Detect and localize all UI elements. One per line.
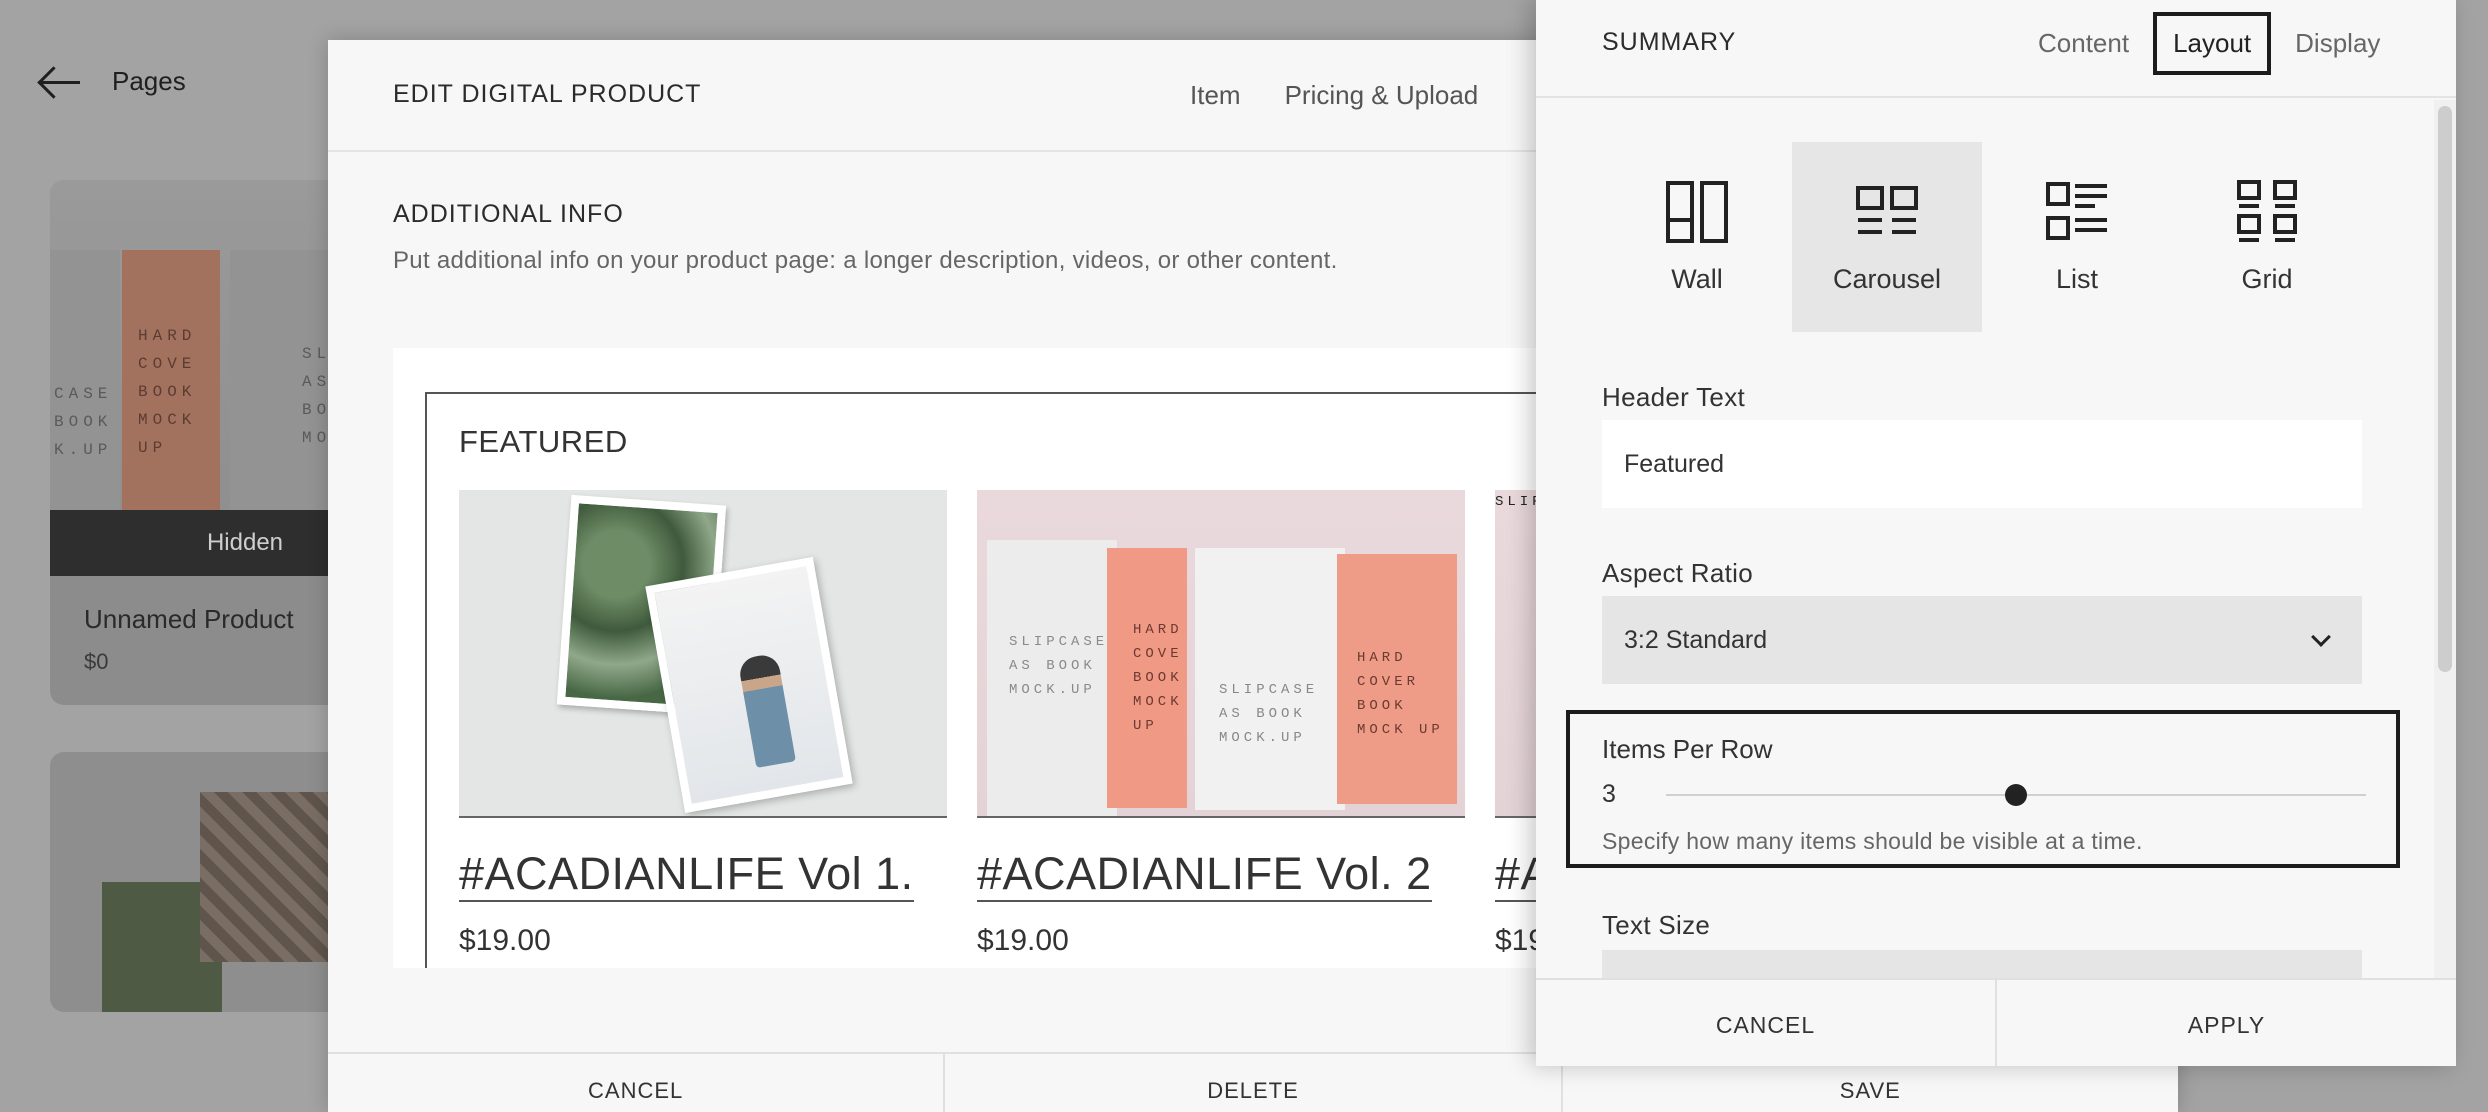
aspect-ratio-label: Aspect Ratio [1602, 558, 1754, 588]
panel-title: SUMMARY [1602, 28, 1737, 56]
modal-title: EDIT DIGITAL PRODUCT [393, 80, 702, 108]
layout-option-label: List [2055, 263, 2099, 294]
items-per-row-value: 3 [1602, 780, 1616, 808]
tab-layout[interactable]: Layout [2153, 12, 2272, 75]
chevron-down-icon [2311, 627, 2331, 647]
delete-button[interactable]: DELETE [945, 1054, 1563, 1112]
section-title: ADDITIONAL INFO [393, 200, 624, 228]
items-per-row-help: Specify how many items should be visible… [1602, 828, 2143, 854]
product-image [459, 490, 947, 818]
layout-option-label: Carousel [1832, 263, 1942, 294]
section-description: Put additional info on your product page… [393, 247, 1338, 274]
panel-header: SUMMARY Content Layout Display [1536, 0, 2456, 98]
product-thumbnail: CASE BOOK K.UP HARD COVE BOOK MOCK UP SL… [50, 180, 350, 510]
text-size-select[interactable] [1602, 950, 2362, 978]
aspect-ratio-value: 3:2 Standard [1624, 626, 1768, 654]
back-label: Pages [112, 66, 186, 96]
scrollbar-thumb[interactable] [2438, 106, 2452, 672]
wall-icon [1666, 180, 1728, 243]
product-card[interactable]: CASE BOOK K.UP HARD COVE BOOK MOCK UP SL… [50, 180, 350, 705]
additional-info-section: ADDITIONAL INFO Put additional info on y… [393, 200, 1338, 275]
items-per-row-field: Items Per Row 3 Specify how many items s… [1566, 710, 2400, 868]
cancel-button[interactable]: CANCEL [328, 1054, 946, 1112]
book-mockup-image: SLIPCASE AS BOOK MOCK.UP [987, 540, 1117, 816]
product-card[interactable] [50, 752, 350, 1012]
book-mockup-image: CASE BOOK K.UP [50, 250, 120, 510]
layout-option-label: Grid [2241, 263, 2293, 294]
layout-option-grid[interactable]: Grid [2172, 142, 2362, 332]
layout-option-wall[interactable]: Wall [1602, 142, 1792, 332]
product-title[interactable]: #ACADIANLIFE Vol. 2 [977, 848, 1432, 902]
items-per-row-label: Items Per Row [1602, 734, 1773, 764]
modal-tabs: Item Pricing & Upload [1190, 80, 1478, 111]
product-price: $19.00 [459, 924, 551, 957]
aspect-ratio-select[interactable]: 3:2 Standard [1602, 596, 2362, 684]
layout-option-carousel[interactable]: Carousel [1792, 142, 1982, 332]
carousel-item[interactable]: SLIPCASE AS BOOK MOCK.UP HARD COVE BOOK … [977, 490, 1465, 958]
arrow-left-icon [36, 67, 82, 97]
panel-tabs: Content Layout Display [2022, 12, 2396, 75]
featured-header: FEATURED [459, 424, 628, 459]
product-price: $19.00 [977, 924, 1069, 957]
tab-display[interactable]: Display [2279, 14, 2396, 73]
portrait-photo [645, 556, 853, 814]
header-text-input[interactable] [1602, 420, 2362, 508]
header-text-label: Header Text [1602, 382, 1746, 412]
product-name: Unnamed Product [84, 604, 294, 634]
book-mockup-image: SLIPCA AS BO MOCK [230, 250, 350, 510]
panel-cancel-button[interactable]: CANCEL [1536, 980, 1997, 1066]
product-price: $0 [84, 649, 109, 674]
book-mockup-image: HARD COVE BOOK MOCK UP [122, 250, 220, 510]
grid-icon [2237, 179, 2297, 242]
list-icon [2046, 181, 2107, 240]
hidden-badge: Hidden [50, 510, 350, 576]
carousel-item[interactable]: #ACADIANLIFE Vol 1. $19.00 [459, 490, 947, 958]
apply-button[interactable]: APPLY [1997, 980, 2456, 1066]
book-mockup-image: SLIPCASE AS BOOK MOCK.UP [1195, 548, 1345, 810]
text-size-label: Text Size [1602, 910, 1711, 940]
tab-pricing-upload[interactable]: Pricing & Upload [1285, 80, 1479, 111]
carousel-icon [1856, 185, 1918, 234]
slider-handle[interactable] [2005, 784, 2027, 806]
product-image: SLIPCASE AS BOOK MOCK.UP HARD COVE BOOK … [977, 490, 1465, 818]
layout-option-label: Wall [1671, 263, 1723, 294]
panel-footer: CANCEL APPLY [1536, 978, 2456, 1066]
tab-item[interactable]: Item [1190, 80, 1241, 111]
layout-option-list[interactable]: List [1982, 142, 2172, 332]
summary-settings-panel: SUMMARY Content Layout Display Wall Caro… [1536, 0, 2456, 1066]
back-to-pages[interactable]: Pages [36, 66, 186, 97]
scrollbar[interactable] [2434, 100, 2456, 978]
book-mockup-image: HARD COVER BOOK MOCK UP [1337, 554, 1457, 804]
panel-scroll-area[interactable]: Wall Carousel List Grid Header Text Feat… [1536, 98, 2436, 978]
tab-content[interactable]: Content [2022, 14, 2145, 73]
layout-options: Wall Carousel List Grid [1602, 142, 2362, 332]
book-mockup-image: HARD COVE BOOK MOCK UP [1107, 548, 1187, 808]
product-title[interactable]: #ACADIANLIFE Vol 1. [459, 848, 914, 902]
